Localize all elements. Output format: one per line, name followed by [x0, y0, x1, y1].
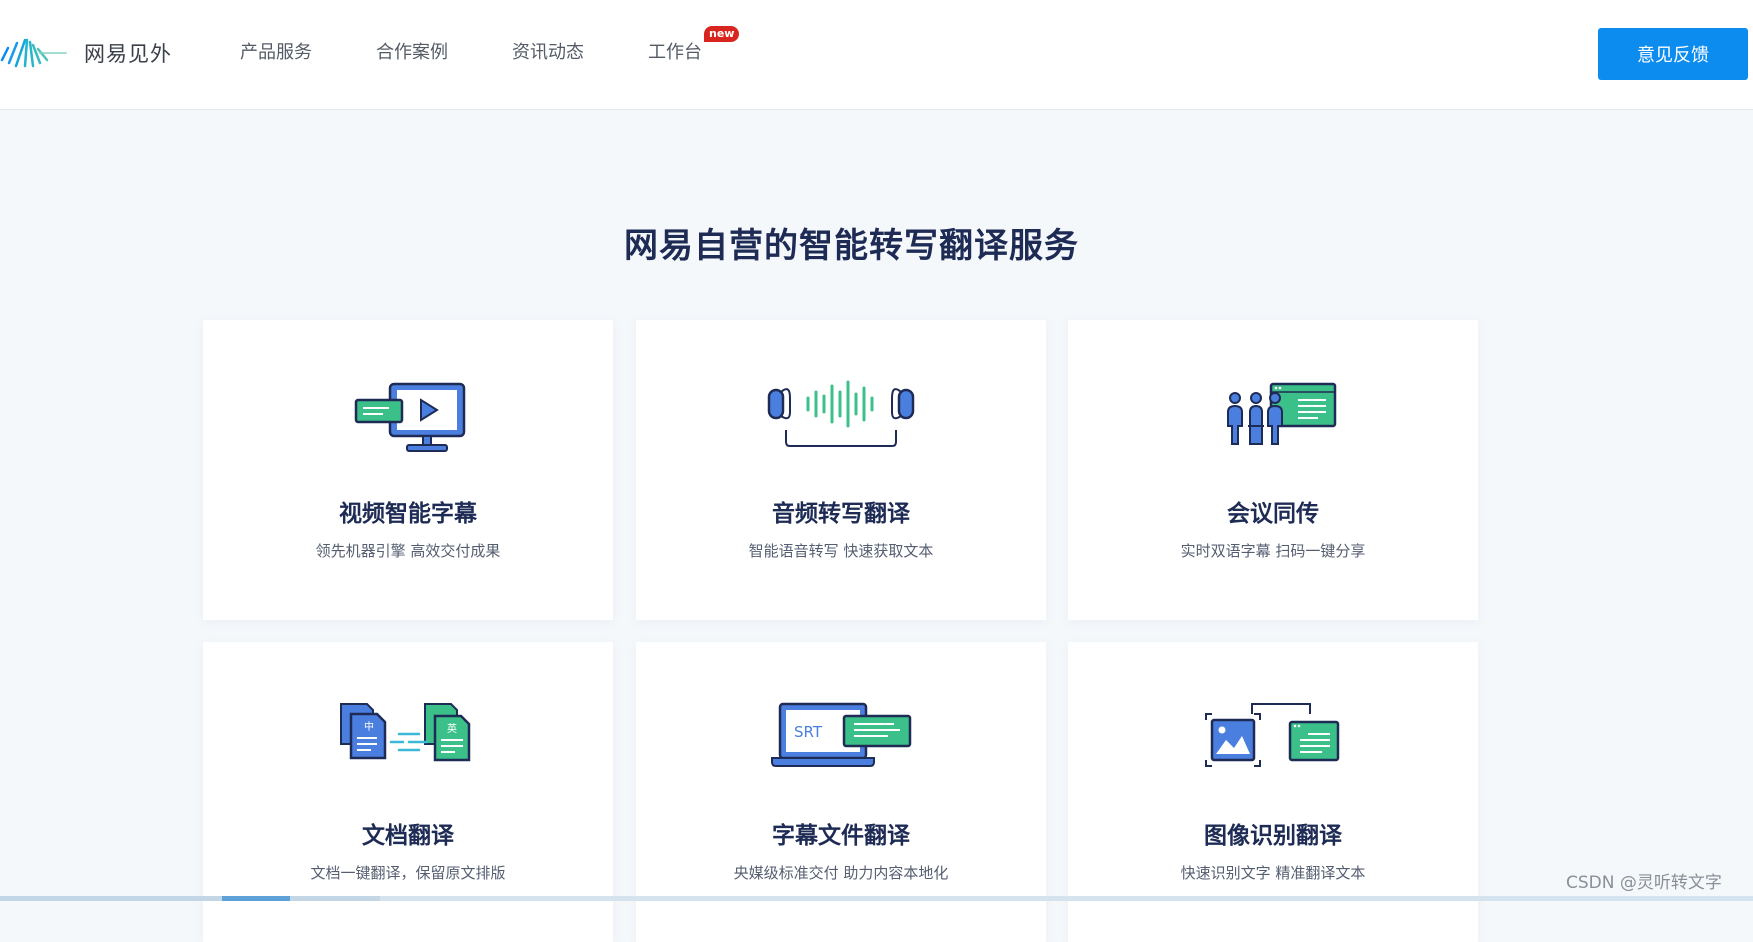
card-desc: 智能语音转写 快速获取文本	[748, 542, 934, 560]
source-lang-glyph: 中	[364, 720, 374, 733]
horizontal-scrollbar[interactable]	[0, 896, 1753, 901]
card-title: 会议同传	[1227, 501, 1319, 527]
scrollbar-track-segment	[0, 896, 380, 901]
card-title: 文档翻译	[362, 823, 454, 849]
target-lang-glyph: 英	[447, 722, 457, 735]
card-title: 音频转写翻译	[772, 501, 910, 527]
nav-item-cases[interactable]: 合作案例	[376, 40, 448, 66]
service-card-audio-transcription[interactable]: 音频转写翻译 智能语音转写 快速获取文本	[636, 320, 1046, 620]
nav-item-workspace-label: 工作台	[648, 42, 702, 63]
top-navbar: 网易见外 产品服务 合作案例 资讯动态 工作台 new 意见反馈	[0, 0, 1753, 110]
card-desc: 实时双语字幕 扫码一键分享	[1180, 542, 1366, 560]
card-desc: 领先机器引擎 高效交付成果	[315, 542, 501, 560]
subtitle-file-icon: SRT	[771, 702, 912, 767]
video-subtitle-icon	[354, 382, 466, 452]
scrollbar-thumb[interactable]	[222, 896, 290, 901]
feedback-button[interactable]: 意见反馈	[1598, 28, 1748, 80]
netease-jianwai-logo-icon	[0, 38, 67, 68]
brand-logo[interactable]: 网易见外	[0, 36, 172, 70]
service-card-meeting-interpretation[interactable]: 会议同传 实时双语字幕 扫码一键分享	[1068, 320, 1478, 620]
document-translation-icon: 中 英	[340, 703, 471, 762]
card-title: 图像识别翻译	[1204, 823, 1342, 849]
audio-transcription-icon	[767, 380, 915, 447]
nav-item-news[interactable]: 资讯动态	[512, 40, 584, 66]
card-title: 视频智能字幕	[339, 501, 477, 527]
section-title: 网易自营的智能转写翻译服务	[624, 226, 1079, 266]
service-card-video-subtitle[interactable]: 视频智能字幕 领先机器引擎 高效交付成果	[203, 320, 613, 620]
card-desc: 文档一键翻译，保留原文排版	[310, 864, 506, 882]
brand-name: 网易见外	[84, 42, 172, 66]
image-ocr-icon	[1205, 703, 1340, 767]
card-title: 字幕文件翻译	[772, 823, 910, 849]
card-desc: 央媒级标准交付 助力内容本地化	[733, 864, 949, 882]
meeting-interpretation-icon	[1227, 382, 1337, 445]
nav-item-workspace[interactable]: 工作台 new	[648, 26, 740, 66]
nav-item-products[interactable]: 产品服务	[240, 40, 312, 66]
new-badge: new	[704, 26, 740, 42]
card-desc: 快速识别文字 精准翻译文本	[1180, 864, 1366, 882]
srt-format-glyph: SRT	[794, 723, 823, 741]
csdn-watermark: CSDN @灵听转文字	[1566, 873, 1722, 893]
main-nav: 产品服务 合作案例 资讯动态 工作台 new	[240, 26, 766, 66]
